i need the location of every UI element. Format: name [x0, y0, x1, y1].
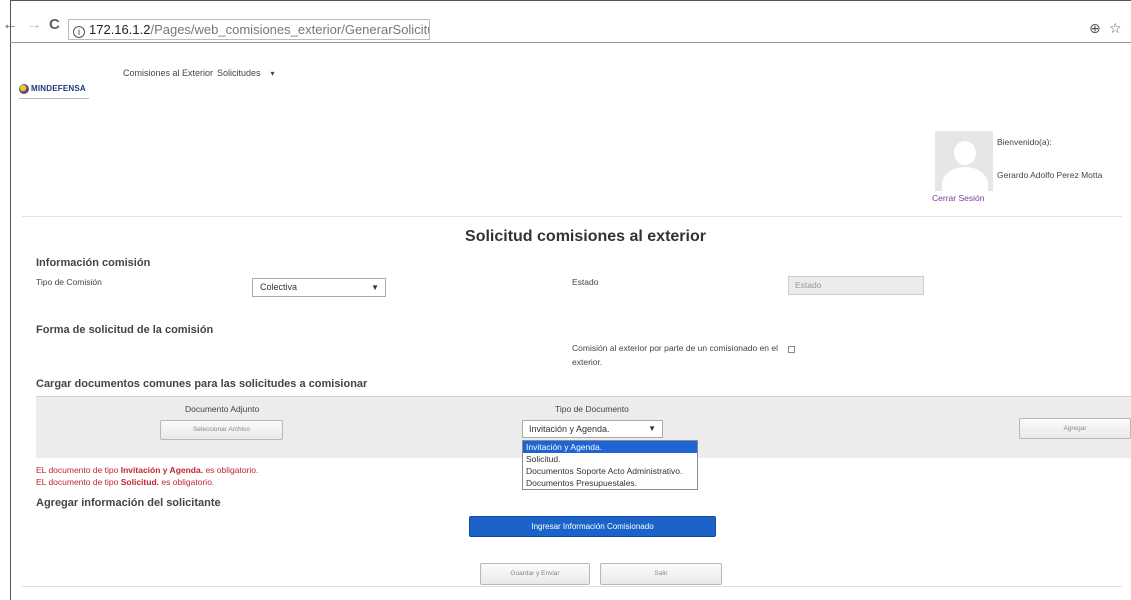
footer-divider [22, 586, 1122, 587]
tipo-comision-label: Tipo de Comisión [36, 277, 102, 287]
select-file-button[interactable]: Seleccionar Archivo [160, 420, 283, 440]
info-icon[interactable]: i [73, 26, 85, 38]
section-informacion-comision: Información comisión [36, 257, 151, 269]
exterior-checkbox-label-line2: exterior. [572, 357, 603, 367]
error-doc-type: Solicitud. [120, 477, 159, 487]
section-agregar-solicitante: Agregar información del solicitante [36, 497, 221, 509]
error-message: EL documento de tipo Invitación y Agenda… [36, 465, 258, 475]
header-divider [22, 216, 1122, 217]
tipo-documento-label: Tipo de Documento [555, 404, 629, 414]
chevron-down-icon: ▼ [648, 424, 656, 433]
star-icon[interactable]: ☆ [1109, 20, 1122, 37]
error-prefix: EL documento de tipo [36, 465, 121, 475]
chevron-down-icon: ▾ [270, 69, 275, 78]
documento-adjunto-label: Documento Adjunto [185, 404, 260, 414]
logo-text: MINDEFENSA [31, 84, 86, 93]
avatar-body [942, 167, 988, 191]
shield-logo-icon [19, 83, 29, 94]
forward-icon[interactable]: → [26, 17, 42, 33]
welcome-text: Bienvenido(a): [997, 137, 1052, 147]
tipo-documento-select[interactable]: Invitación y Agenda. ▼ [522, 420, 663, 438]
dropdown-option[interactable]: Solicitud. [523, 453, 697, 465]
back-icon[interactable]: ← [2, 17, 18, 33]
estado-label: Estado [572, 277, 599, 287]
salir-button[interactable]: Salir [600, 563, 722, 585]
chevron-down-icon: ▼ [371, 283, 379, 292]
tipo-comision-select[interactable]: Colectiva ▼ [252, 278, 386, 297]
ingresar-comisionado-button[interactable]: Ingresar Información Comisionado [469, 516, 716, 537]
window-frame [10, 0, 1131, 600]
tipo-comision-value: Colectiva [260, 282, 298, 292]
reload-icon[interactable]: C [49, 17, 60, 33]
exterior-checkbox-label-line1: Comisión al exterior por parte de un com… [572, 343, 779, 353]
page-title: Solicitud comisiones al exterior [465, 228, 706, 245]
tipo-documento-value: Invitación y Agenda. [529, 424, 610, 434]
add-button[interactable]: Agregar [1019, 418, 1131, 439]
tipo-documento-dropdown: Invitación y Agenda. Solicitud. Document… [522, 440, 698, 490]
url-host: 172.16.1.2 [89, 22, 151, 37]
toolbar-divider [10, 42, 1131, 43]
error-doc-type: Invitación y Agenda. [120, 465, 204, 475]
error-suffix: es obligatorio. [159, 477, 215, 487]
error-suffix: es obligatorio. [203, 465, 259, 475]
address-bar[interactable]: i 172.16.1.2/Pages/web_comisiones_exterio… [68, 19, 430, 40]
browser-toolbar: ← → C i 172.16.1.2/Pages/web_comisiones_e… [0, 7, 1131, 40]
exterior-checkbox[interactable] [788, 346, 795, 353]
nav-solicitudes[interactable]: Solicitudes ▾ [217, 68, 275, 78]
user-name: Gerardo Adolfo Perez Motta [997, 170, 1103, 180]
dropdown-option[interactable]: Invitación y Agenda. [523, 441, 697, 453]
error-prefix: EL documento de tipo [36, 477, 121, 487]
user-avatar [935, 131, 993, 191]
mindefensa-logo[interactable]: MINDEFENSA [19, 79, 89, 99]
dropdown-option[interactable]: Documentos Presupuestales. [523, 477, 697, 489]
url-path: /Pages/web_comisiones_exterior/GenerarSo… [150, 22, 429, 37]
dropdown-option[interactable]: Documentos Soporte Acto Administrativo. [523, 465, 697, 477]
error-message: EL documento de tipo Solicitud. es oblig… [36, 477, 214, 487]
section-forma-solicitud: Forma de solicitud de la comisión [36, 324, 214, 336]
guardar-enviar-button[interactable]: Guardar y Enviar [480, 563, 590, 585]
zoom-icon[interactable]: ⊕ [1089, 20, 1101, 37]
nav-comisiones-exterior[interactable]: Comisiones al Exterior [123, 68, 213, 78]
nav-solicitudes-label: Solicitudes [217, 68, 261, 78]
avatar-head [954, 141, 976, 165]
estado-field: Estado [788, 276, 924, 295]
logout-link[interactable]: Cerrar Sesión [932, 193, 984, 203]
section-cargar-documentos: Cargar documentos comunes para las solic… [36, 378, 368, 390]
